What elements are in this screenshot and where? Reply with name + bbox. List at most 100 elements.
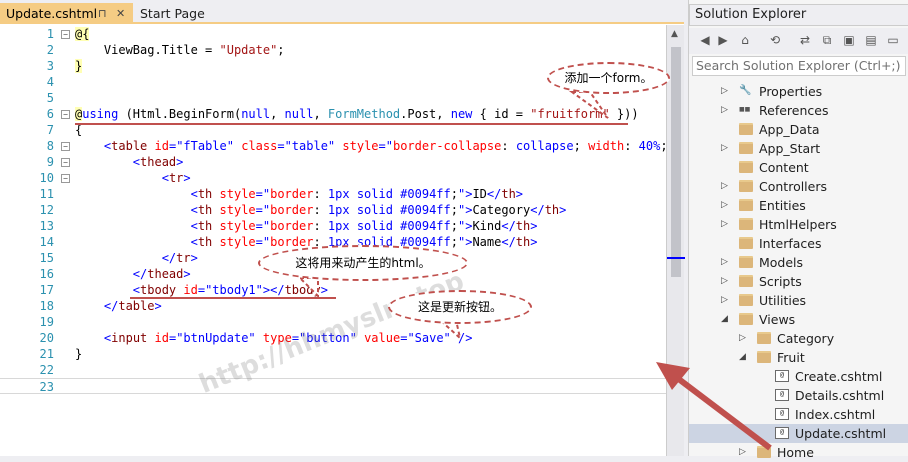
history-icon[interactable]: ⟲: [767, 33, 783, 49]
scroll-up-icon[interactable]: ▲: [671, 29, 678, 39]
folder-icon: [739, 161, 753, 173]
tree-item-update-cshtml[interactable]: @ Update.cshtml: [689, 424, 908, 443]
wrench-icon: 🔧: [739, 85, 752, 96]
search-input[interactable]: Search Solution Explorer (Ctrl+;): [692, 56, 906, 76]
code-line[interactable]: 11 <th style="border: 1px solid #0094ff;…: [0, 186, 666, 202]
expand-icon[interactable]: ▷: [721, 177, 728, 196]
tree-item-create-cshtml[interactable]: @ Create.cshtml: [689, 367, 908, 386]
cshtml-file-icon: @: [775, 389, 789, 401]
folder-icon: [739, 123, 753, 135]
references-icon: ■■: [739, 106, 751, 113]
folder-icon: [739, 275, 753, 287]
solution-explorer-toolbar: ◀ ▶ ⌂ ⟲ ⇄ ⧉ ▣ ▤ ▭: [689, 28, 908, 54]
expand-icon[interactable]: ▷: [721, 215, 728, 234]
tree-item-label: Views: [759, 312, 796, 327]
code-line[interactable]: 1− @{: [0, 26, 666, 42]
tree-item-utilities[interactable]: ▷ Utilities: [689, 291, 908, 310]
tree-item-fruit[interactable]: ◢ Fruit: [689, 348, 908, 367]
expand-icon[interactable]: ▷: [721, 253, 728, 272]
folder-icon: [739, 199, 753, 211]
scrollbar-thumb[interactable]: [671, 47, 681, 277]
code-line[interactable]: 18 </table>: [0, 298, 666, 314]
tree-item-home[interactable]: ▷ Home: [689, 443, 908, 462]
forward-icon[interactable]: ▶: [715, 33, 731, 49]
preview-icon[interactable]: ▭: [885, 33, 901, 49]
code-line[interactable]: 17 <tbody id="tbody1"></tbody>: [0, 282, 666, 298]
back-icon[interactable]: ◀: [697, 33, 713, 49]
code-line[interactable]: 12 <th style="border: 1px solid #0094ff;…: [0, 202, 666, 218]
expand-icon[interactable]: ▷: [721, 139, 728, 158]
collapse-all-icon[interactable]: ⧉: [819, 33, 835, 49]
line-number: 20: [39, 331, 54, 345]
tree-item-references[interactable]: ▷ ■■ References: [689, 101, 908, 120]
code-text: <th style="border: 1px solid #0094ff;">I…: [190, 187, 524, 201]
collapse-icon[interactable]: −: [61, 110, 70, 119]
tree-item-views[interactable]: ◢ Views: [689, 310, 908, 329]
code-text: <thead>: [132, 155, 184, 169]
code-text: <tbody id="tbody1"></tbody>: [132, 283, 328, 297]
line-number: 15: [39, 251, 54, 265]
tree-item-htmlhelpers[interactable]: ▷ HtmlHelpers: [689, 215, 908, 234]
tree-item-label: Details.cshtml: [795, 388, 885, 403]
line-number: 21: [39, 347, 54, 361]
code-line[interactable]: 22: [0, 362, 666, 378]
tree-item-category[interactable]: ▷ Category: [689, 329, 908, 348]
collapse-icon[interactable]: ◢: [721, 310, 728, 329]
line-number: 14: [39, 235, 54, 249]
tree-item-content[interactable]: Content: [689, 158, 908, 177]
expand-icon[interactable]: ▷: [739, 443, 746, 462]
code-line[interactable]: 5: [0, 90, 666, 106]
expand-icon[interactable]: ▷: [721, 196, 728, 215]
code-line[interactable]: 8− <table id="fTable" class="table" styl…: [0, 138, 682, 154]
tab-label: Update.cshtml: [6, 6, 98, 21]
code-line[interactable]: 9− <thead>: [0, 154, 666, 170]
collapse-icon[interactable]: −: [61, 158, 70, 167]
line-number: 23: [39, 380, 54, 394]
expand-icon[interactable]: ▷: [721, 272, 728, 291]
folder-icon: [757, 332, 771, 344]
tree-item-details-cshtml[interactable]: @ Details.cshtml: [689, 386, 908, 405]
collapse-icon[interactable]: −: [61, 30, 70, 39]
expand-icon[interactable]: ▷: [739, 329, 746, 348]
expand-icon[interactable]: ▷: [721, 291, 728, 310]
document-tab-strip: Update.cshtml ⊓ ✕ Start Page: [0, 0, 684, 24]
tree-item-label: Fruit: [777, 350, 805, 365]
tree-item-models[interactable]: ▷ Models: [689, 253, 908, 272]
code-line[interactable]: 23: [0, 378, 666, 394]
callout-button: 这是更新按钮。: [388, 290, 532, 324]
line-number: 6: [46, 107, 54, 121]
tree-item-controllers[interactable]: ▷ Controllers: [689, 177, 908, 196]
code-line[interactable]: 2 ViewBag.Title = "Update";: [0, 42, 666, 58]
vertical-scrollbar[interactable]: ▲: [666, 25, 685, 456]
tree-item-properties[interactable]: ▷ 🔧 Properties: [689, 82, 908, 101]
code-line[interactable]: 10− <tr>: [0, 170, 666, 186]
close-icon[interactable]: ✕: [116, 3, 125, 24]
collapse-icon[interactable]: −: [61, 174, 70, 183]
code-line[interactable]: 13 <th style="border: 1px solid #0094ff;…: [0, 218, 666, 234]
code-line[interactable]: 6− @using (Html.BeginForm(null, null, For…: [0, 106, 666, 122]
expand-icon[interactable]: ▷: [721, 82, 728, 101]
tree-item-app-data[interactable]: App_Data: [689, 120, 908, 139]
show-all-files-icon[interactable]: ▣: [841, 33, 857, 49]
properties-icon[interactable]: ▤: [863, 33, 879, 49]
pin-icon[interactable]: ⊓: [98, 3, 107, 24]
tree-item-scripts[interactable]: ▷ Scripts: [689, 272, 908, 291]
collapse-icon[interactable]: −: [61, 142, 70, 151]
tree-item-interfaces[interactable]: Interfaces: [689, 234, 908, 253]
tree-item-entities[interactable]: ▷ Entities: [689, 196, 908, 215]
cshtml-file-icon: @: [775, 427, 789, 439]
tab-start-page[interactable]: Start Page: [134, 3, 234, 24]
home-icon[interactable]: ⌂: [737, 33, 753, 49]
tree-item-app-start[interactable]: ▷ App_Start: [689, 139, 908, 158]
tree-item-label: Entities: [759, 198, 806, 213]
tab-label: Start Page: [140, 6, 205, 21]
sync-icon[interactable]: ⇄: [797, 33, 813, 49]
code-text: <th style="border: 1px solid #0094ff;">K…: [190, 219, 538, 233]
tree-item-index-cshtml[interactable]: @ Index.cshtml: [689, 405, 908, 424]
code-line[interactable]: 7{: [0, 122, 666, 138]
tab-update-cshtml[interactable]: Update.cshtml ⊓ ✕: [0, 3, 133, 24]
folder-icon: [739, 237, 753, 249]
folder-icon: [739, 294, 753, 306]
collapse-icon[interactable]: ◢: [739, 348, 746, 367]
expand-icon[interactable]: ▷: [721, 101, 728, 120]
